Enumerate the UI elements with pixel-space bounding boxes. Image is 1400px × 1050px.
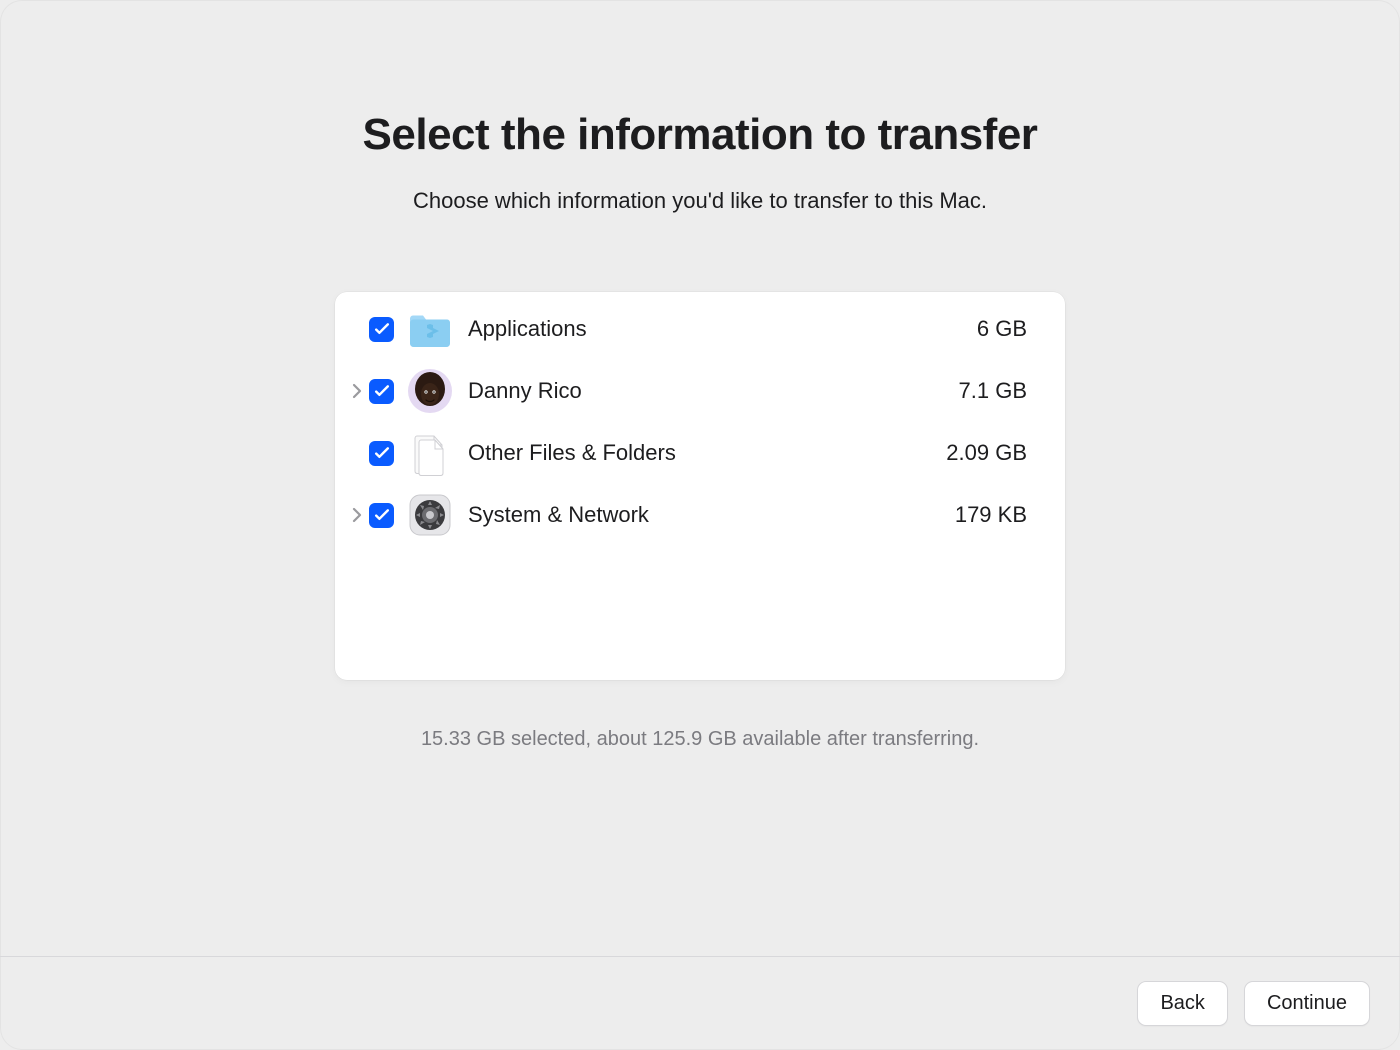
transfer-items-panel: Applications 6 GB: [335, 292, 1065, 680]
item-size: 7.1 GB: [907, 378, 1027, 404]
system-settings-icon: [406, 491, 454, 539]
disclosure-toggle[interactable]: [345, 382, 369, 400]
generic-file-icon: [406, 429, 454, 477]
checkbox-system-network[interactable]: [369, 503, 394, 528]
checkmark-icon: [374, 507, 390, 523]
checkmark-icon: [374, 321, 390, 337]
list-item[interactable]: Danny Rico 7.1 GB: [335, 360, 1065, 422]
list-item[interactable]: Applications 6 GB: [335, 298, 1065, 360]
item-size: 2.09 GB: [907, 440, 1027, 466]
checkmark-icon: [374, 383, 390, 399]
checkbox-applications[interactable]: [369, 317, 394, 342]
chevron-right-icon: [351, 382, 363, 400]
checkbox-other-files[interactable]: [369, 441, 394, 466]
page-title: Select the information to transfer: [363, 110, 1038, 160]
item-label: Other Files & Folders: [468, 440, 907, 466]
content-area: Select the information to transfer Choos…: [0, 0, 1400, 956]
apps-folder-icon: [406, 305, 454, 353]
list-item[interactable]: Other Files & Folders 2.09 GB: [335, 422, 1065, 484]
user-avatar-icon: [406, 367, 454, 415]
page-subtitle: Choose which information you'd like to t…: [413, 188, 987, 214]
disclosure-toggle[interactable]: [345, 506, 369, 524]
status-text: 15.33 GB selected, about 125.9 GB availa…: [421, 728, 979, 751]
item-size: 6 GB: [907, 316, 1027, 342]
continue-button[interactable]: Continue: [1244, 981, 1370, 1026]
list-item[interactable]: System & Network 179 KB: [335, 484, 1065, 546]
migration-assistant-window: Select the information to transfer Choos…: [0, 0, 1400, 1050]
footer-bar: Back Continue: [0, 956, 1400, 1050]
item-label: Danny Rico: [468, 378, 907, 404]
item-size: 179 KB: [907, 502, 1027, 528]
item-label: Applications: [468, 316, 907, 342]
item-label: System & Network: [468, 502, 907, 528]
checkmark-icon: [374, 445, 390, 461]
back-button[interactable]: Back: [1137, 981, 1227, 1026]
checkbox-user[interactable]: [369, 379, 394, 404]
chevron-right-icon: [351, 506, 363, 524]
